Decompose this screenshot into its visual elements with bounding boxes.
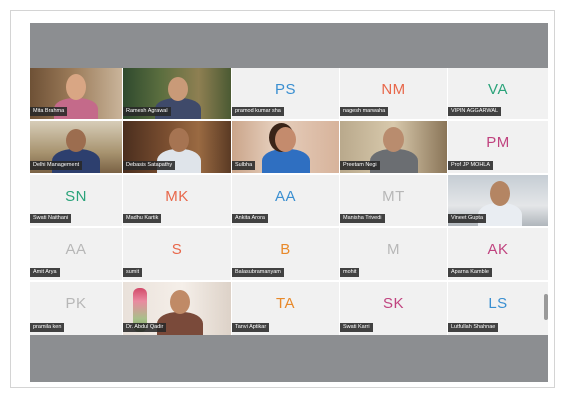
- participant-initials: NM: [381, 81, 406, 98]
- participant-tile-prof-jp-mohla[interactable]: PM Prof JP MOHLA: [448, 121, 548, 173]
- participant-name-label: Prof JP MOHLA: [448, 161, 494, 170]
- participant-face: [66, 74, 86, 100]
- participant-tile-delhi-management[interactable]: Delhi Management: [30, 121, 122, 173]
- participant-figure: [262, 149, 310, 173]
- participant-face: [170, 290, 190, 314]
- participant-face: [383, 127, 404, 152]
- participant-name-label: Debasis Satapathy: [123, 161, 176, 170]
- participant-tile-sulbha[interactable]: Sulbha: [232, 121, 339, 173]
- participant-gallery-grid: Mita Brahma Ramesh Agrawal PS pramod kum…: [30, 68, 548, 335]
- participant-initials: MT: [382, 188, 405, 205]
- participant-tile-vineet-gupta[interactable]: Vineet Gupta: [448, 175, 548, 226]
- participant-name-label: Tanvi Aptikar: [232, 323, 270, 332]
- top-toolbar-band: [30, 23, 548, 68]
- participant-name-label: mohit: [340, 268, 360, 277]
- participant-tile-pramila-ken[interactable]: PK pramila ken: [30, 282, 122, 335]
- participant-name-label: Swati Karri: [340, 323, 373, 332]
- participant-name-label: sumit: [123, 268, 143, 277]
- participant-face: [490, 181, 510, 206]
- participant-tile-ankita-arora[interactable]: AA Ankita Arora: [232, 175, 339, 226]
- participant-name-label: Lutfullah Shahnae: [448, 323, 499, 332]
- participant-tile-tanvi-aptikar[interactable]: TA Tanvi Aptikar: [232, 282, 339, 335]
- bottom-toolbar-band: [30, 335, 548, 382]
- participant-tile-aparna-kamble[interactable]: AK Aparna Kamble: [448, 228, 548, 280]
- participant-tile-ramesh-agrawal[interactable]: Ramesh Agrawal: [123, 68, 231, 119]
- participant-initials: PK: [65, 295, 87, 312]
- participant-face: [275, 127, 296, 152]
- participant-name-label: pramod kumar sha: [232, 107, 284, 116]
- participant-tile-sumit[interactable]: S sumit: [123, 228, 231, 280]
- participant-name-label: Balasubramanyam: [232, 268, 284, 277]
- participant-name-label: Dr. Abdul Qadir: [123, 323, 167, 332]
- participant-name-label: Swati Naithani: [30, 214, 72, 223]
- participant-initials: PS: [274, 81, 296, 98]
- participant-name-label: pramila ken: [30, 323, 65, 332]
- participant-tile-mohit[interactable]: M mohit: [340, 228, 447, 280]
- participant-name-label: Manisha Trivedi: [340, 214, 385, 223]
- participant-initials: AA: [274, 188, 296, 205]
- participant-tile-swati-karri[interactable]: SK Swati Karri: [340, 282, 447, 335]
- participant-initials: SK: [382, 295, 404, 312]
- participant-name-label: Vineet Gupta: [448, 214, 487, 223]
- participant-initials: PM: [486, 134, 510, 151]
- participant-tile-lutfullah-shahnae[interactable]: LS Lutfullah Shahnae: [448, 282, 548, 335]
- participant-name-label: Ankita Arora: [232, 214, 268, 223]
- participant-name-label: Ramesh Agrawal: [123, 107, 171, 116]
- participant-tile-debasis-satapathy[interactable]: Debasis Satapathy: [123, 121, 231, 173]
- participant-initials: M: [387, 241, 400, 258]
- participant-name-label: Mita Brahma: [30, 107, 68, 116]
- participant-name-label: Madhu Kartik: [123, 214, 162, 223]
- participant-initials: TA: [275, 295, 296, 312]
- participant-tile-preetam-negi[interactable]: Preetam Negi: [340, 121, 447, 173]
- participant-initials: SN: [65, 188, 87, 205]
- participant-tile-dr-abdul-qadir[interactable]: Dr. Abdul Qadir: [123, 282, 231, 335]
- participant-name-label: Delhi Management: [30, 161, 83, 170]
- participant-initials: MK: [165, 188, 189, 205]
- participant-face: [66, 129, 86, 152]
- participant-name-label: Aparna Kamble: [448, 268, 492, 277]
- participant-initials: S: [171, 241, 183, 258]
- participant-name-label: Preetam Negi: [340, 161, 380, 170]
- participant-initials: AA: [65, 241, 87, 258]
- participant-initials: VA: [488, 81, 508, 98]
- participant-initials: B: [280, 241, 291, 258]
- participant-tile-pramod-kumar-sha[interactable]: PS pramod kumar sha: [232, 68, 339, 119]
- participant-tile-balasubramanyam[interactable]: B Balasubramanyam: [232, 228, 339, 280]
- participant-tile-madhu-kartik[interactable]: MK Madhu Kartik: [123, 175, 231, 226]
- participant-tile-vipin-aggarwal[interactable]: VA VIPIN AGGARWAL: [448, 68, 548, 119]
- participant-initials: LS: [488, 295, 508, 312]
- participant-face: [169, 128, 189, 152]
- participant-name-label: Sulbha: [232, 161, 256, 170]
- participant-initials: AK: [487, 241, 509, 258]
- participant-tile-amit-arya[interactable]: AA Amit Arya: [30, 228, 122, 280]
- participant-tile-mita-brahma[interactable]: Mita Brahma: [30, 68, 122, 119]
- participant-tile-swati-naithani[interactable]: SN Swati Naithani: [30, 175, 122, 226]
- participant-tile-manisha-trivedi[interactable]: MT Manisha Trivedi: [340, 175, 447, 226]
- participant-name-label: Amit Arya: [30, 268, 60, 277]
- gallery-scrollbar[interactable]: [544, 294, 548, 320]
- participant-name-label: nagesh marwaha: [340, 107, 389, 116]
- participant-name-label: VIPIN AGGARWAL: [448, 107, 502, 116]
- participant-tile-nagesh-marwaha[interactable]: NM nagesh marwaha: [340, 68, 447, 119]
- participant-face: [168, 77, 188, 101]
